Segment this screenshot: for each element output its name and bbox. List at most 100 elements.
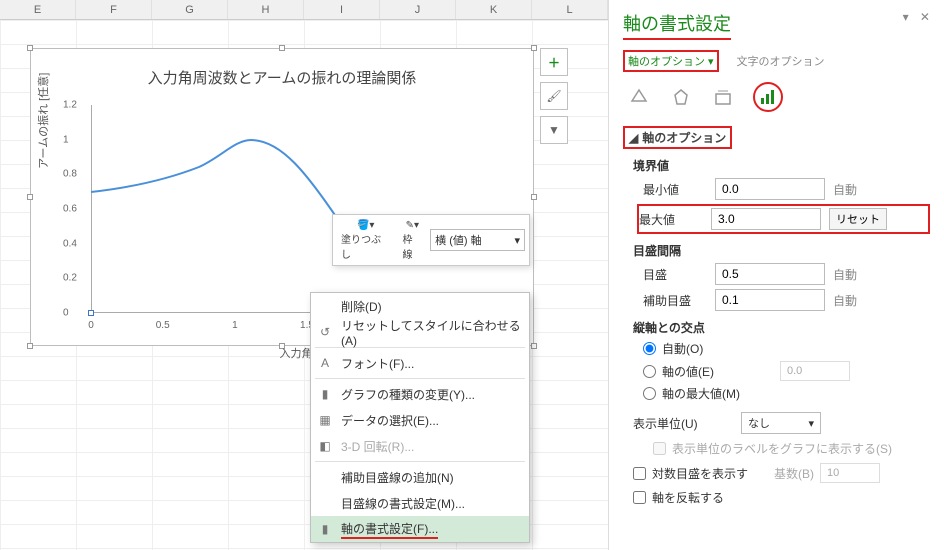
ctx-label: 補助目盛線の追加(N) [341, 469, 454, 486]
chart-elements-button[interactable]: ＋ [540, 48, 568, 76]
reverse-axis-checkbox[interactable]: 軸を反転する [633, 489, 930, 506]
ctx-delete[interactable]: 削除(D) [311, 293, 529, 319]
ctx-label: グラフの種類の変更(Y)... [341, 386, 475, 403]
ctx-label: 目盛線の書式設定(M)... [341, 495, 465, 512]
ctx-label: 3-D 回転(R)... [341, 438, 414, 455]
bounds-header: 境界値 [633, 157, 930, 174]
tab-axis-options[interactable]: 軸のオプション▾ [623, 50, 719, 72]
axis-icon: ▮ [317, 522, 333, 536]
y-tick: 0.4 [63, 238, 77, 249]
radio-label: 自動(O) [662, 340, 703, 357]
funnel-icon: ▼ [548, 123, 560, 137]
pane-close-button[interactable]: ▾ ✕ [903, 10, 934, 24]
resize-handle[interactable] [279, 45, 285, 51]
radio-input[interactable] [643, 387, 656, 400]
ctx-label: フォント(F)... [341, 355, 414, 372]
collapse-icon: ◢ [629, 131, 638, 145]
outline-button[interactable]: ✎▾ 枠線 [398, 218, 426, 263]
resize-handle[interactable] [531, 343, 537, 349]
axis-category-icon[interactable] [753, 82, 783, 112]
data-series-line[interactable] [91, 105, 523, 313]
col-header[interactable]: H [228, 0, 304, 19]
x-tick: 0 [88, 320, 94, 331]
max-row: 最大値 リセット [637, 204, 930, 234]
ctx-reset-style[interactable]: ↺リセットしてスタイルに合わせる(A) [311, 319, 529, 345]
cross-value-radio[interactable]: 軸の値(E) [643, 361, 930, 381]
chart-element-selector[interactable]: 横 (値) 軸 ▾ [430, 229, 525, 251]
reset-button[interactable]: リセット [829, 208, 887, 230]
radio-input[interactable] [643, 342, 656, 355]
tab-label: 軸のオプション [628, 53, 705, 69]
radio-label: 軸の値(E) [662, 363, 714, 380]
resize-handle[interactable] [531, 194, 537, 200]
cross-auto-radio[interactable]: 自動(O) [643, 340, 930, 357]
y-tick: 0.2 [63, 273, 77, 284]
col-header[interactable]: L [532, 0, 608, 19]
cross-value-input[interactable] [780, 361, 850, 381]
major-auto-label: 自動 [833, 266, 877, 283]
tab-text-options[interactable]: 文字のオプション [737, 53, 825, 69]
font-icon: A [317, 356, 333, 370]
ctx-label: 軸の書式設定(F)... [341, 520, 438, 539]
col-header[interactable]: F [76, 0, 152, 19]
checkbox-label: 表示単位のラベルをグラフに表示する(S) [672, 440, 892, 457]
minor-auto-label: 自動 [833, 292, 877, 309]
checkbox-input[interactable] [633, 467, 646, 480]
ctx-label: リセットしてスタイルに合わせる(A) [341, 317, 521, 348]
ctx-change-chart-type[interactable]: ▮グラフの種類の変更(Y)... [311, 381, 529, 407]
y-tick: 0.8 [63, 169, 77, 180]
chevron-down-icon: ▾ [514, 234, 520, 247]
min-label: 最小値 [643, 181, 707, 198]
x-tick: 1 [232, 320, 238, 331]
chart-filters-button[interactable]: ▼ [540, 116, 568, 144]
y-axis-label[interactable]: アームの振れ [任意] [35, 73, 51, 169]
effects-category-icon[interactable] [669, 85, 693, 109]
major-label: 目盛 [643, 266, 707, 283]
minor-label: 補助目盛 [643, 292, 707, 309]
col-header[interactable]: G [152, 0, 228, 19]
checkbox-label: 軸を反転する [652, 489, 724, 506]
col-header[interactable]: K [456, 0, 532, 19]
chart-title[interactable]: 入力角周波数とアームの振れの理論関係 [31, 67, 533, 88]
ctx-3d-rotation: ◧3-D 回転(R)... [311, 433, 529, 459]
radio-input[interactable] [643, 365, 656, 378]
cross-max-radio[interactable]: 軸の最大値(M) [643, 385, 930, 402]
chart-styles-button[interactable]: 🖌 [540, 82, 568, 110]
major-input[interactable] [715, 263, 825, 285]
ctx-select-data[interactable]: ▦ データの選択(E)... [311, 407, 529, 433]
minor-input[interactable] [715, 289, 825, 311]
section-header[interactable]: ◢軸のオプション [623, 126, 732, 149]
minor-tick-row: 補助目盛 自動 [643, 289, 930, 311]
size-category-icon[interactable] [711, 85, 735, 109]
ctx-add-minor-gridlines[interactable]: 補助目盛線の追加(N) [311, 464, 529, 490]
checkbox-input[interactable] [633, 491, 646, 504]
fill-category-icon[interactable] [627, 85, 651, 109]
tick-header: 目盛間隔 [633, 242, 930, 259]
ctx-format-gridlines[interactable]: 目盛線の書式設定(M)... [311, 490, 529, 516]
min-input[interactable] [715, 178, 825, 200]
ctx-font[interactable]: A フォント(F)... [311, 350, 529, 376]
ctx-label: データの選択(E)... [341, 412, 439, 429]
fill-button[interactable]: 🪣▾ 塗りつぶし [337, 218, 394, 263]
resize-handle[interactable] [531, 45, 537, 51]
checkbox-label: 対数目盛を表示す [652, 465, 748, 482]
ctx-label: 削除(D) [341, 298, 382, 315]
resize-handle[interactable] [27, 194, 33, 200]
plot-area[interactable]: アームの振れ [任意] 入力角周波 0 0.2 0.4 0.6 0.8 1 1.… [91, 105, 523, 313]
chart-side-buttons: ＋ 🖌 ▼ [540, 48, 568, 150]
data-icon: ▦ [317, 413, 333, 427]
unit-value: なし [748, 415, 770, 431]
ctx-format-axis[interactable]: ▮ 軸の書式設定(F)... [311, 516, 529, 542]
col-header[interactable]: J [380, 0, 456, 19]
col-header[interactable]: I [304, 0, 380, 19]
unit-select[interactable]: なし▾ [741, 412, 821, 434]
outline-label: 枠線 [402, 231, 422, 261]
resize-handle[interactable] [27, 45, 33, 51]
log-scale-checkbox[interactable]: 対数目盛を表示す基数(B) [633, 463, 930, 483]
max-input[interactable] [711, 208, 821, 230]
context-menu: 削除(D) ↺リセットしてスタイルに合わせる(A) Aフォント(F)... ▮グ… [310, 292, 530, 543]
brush-icon: 🖌 [546, 89, 561, 103]
resize-handle[interactable] [27, 343, 33, 349]
pane-title: 軸の書式設定 [623, 10, 731, 40]
col-header[interactable]: E [0, 0, 76, 19]
